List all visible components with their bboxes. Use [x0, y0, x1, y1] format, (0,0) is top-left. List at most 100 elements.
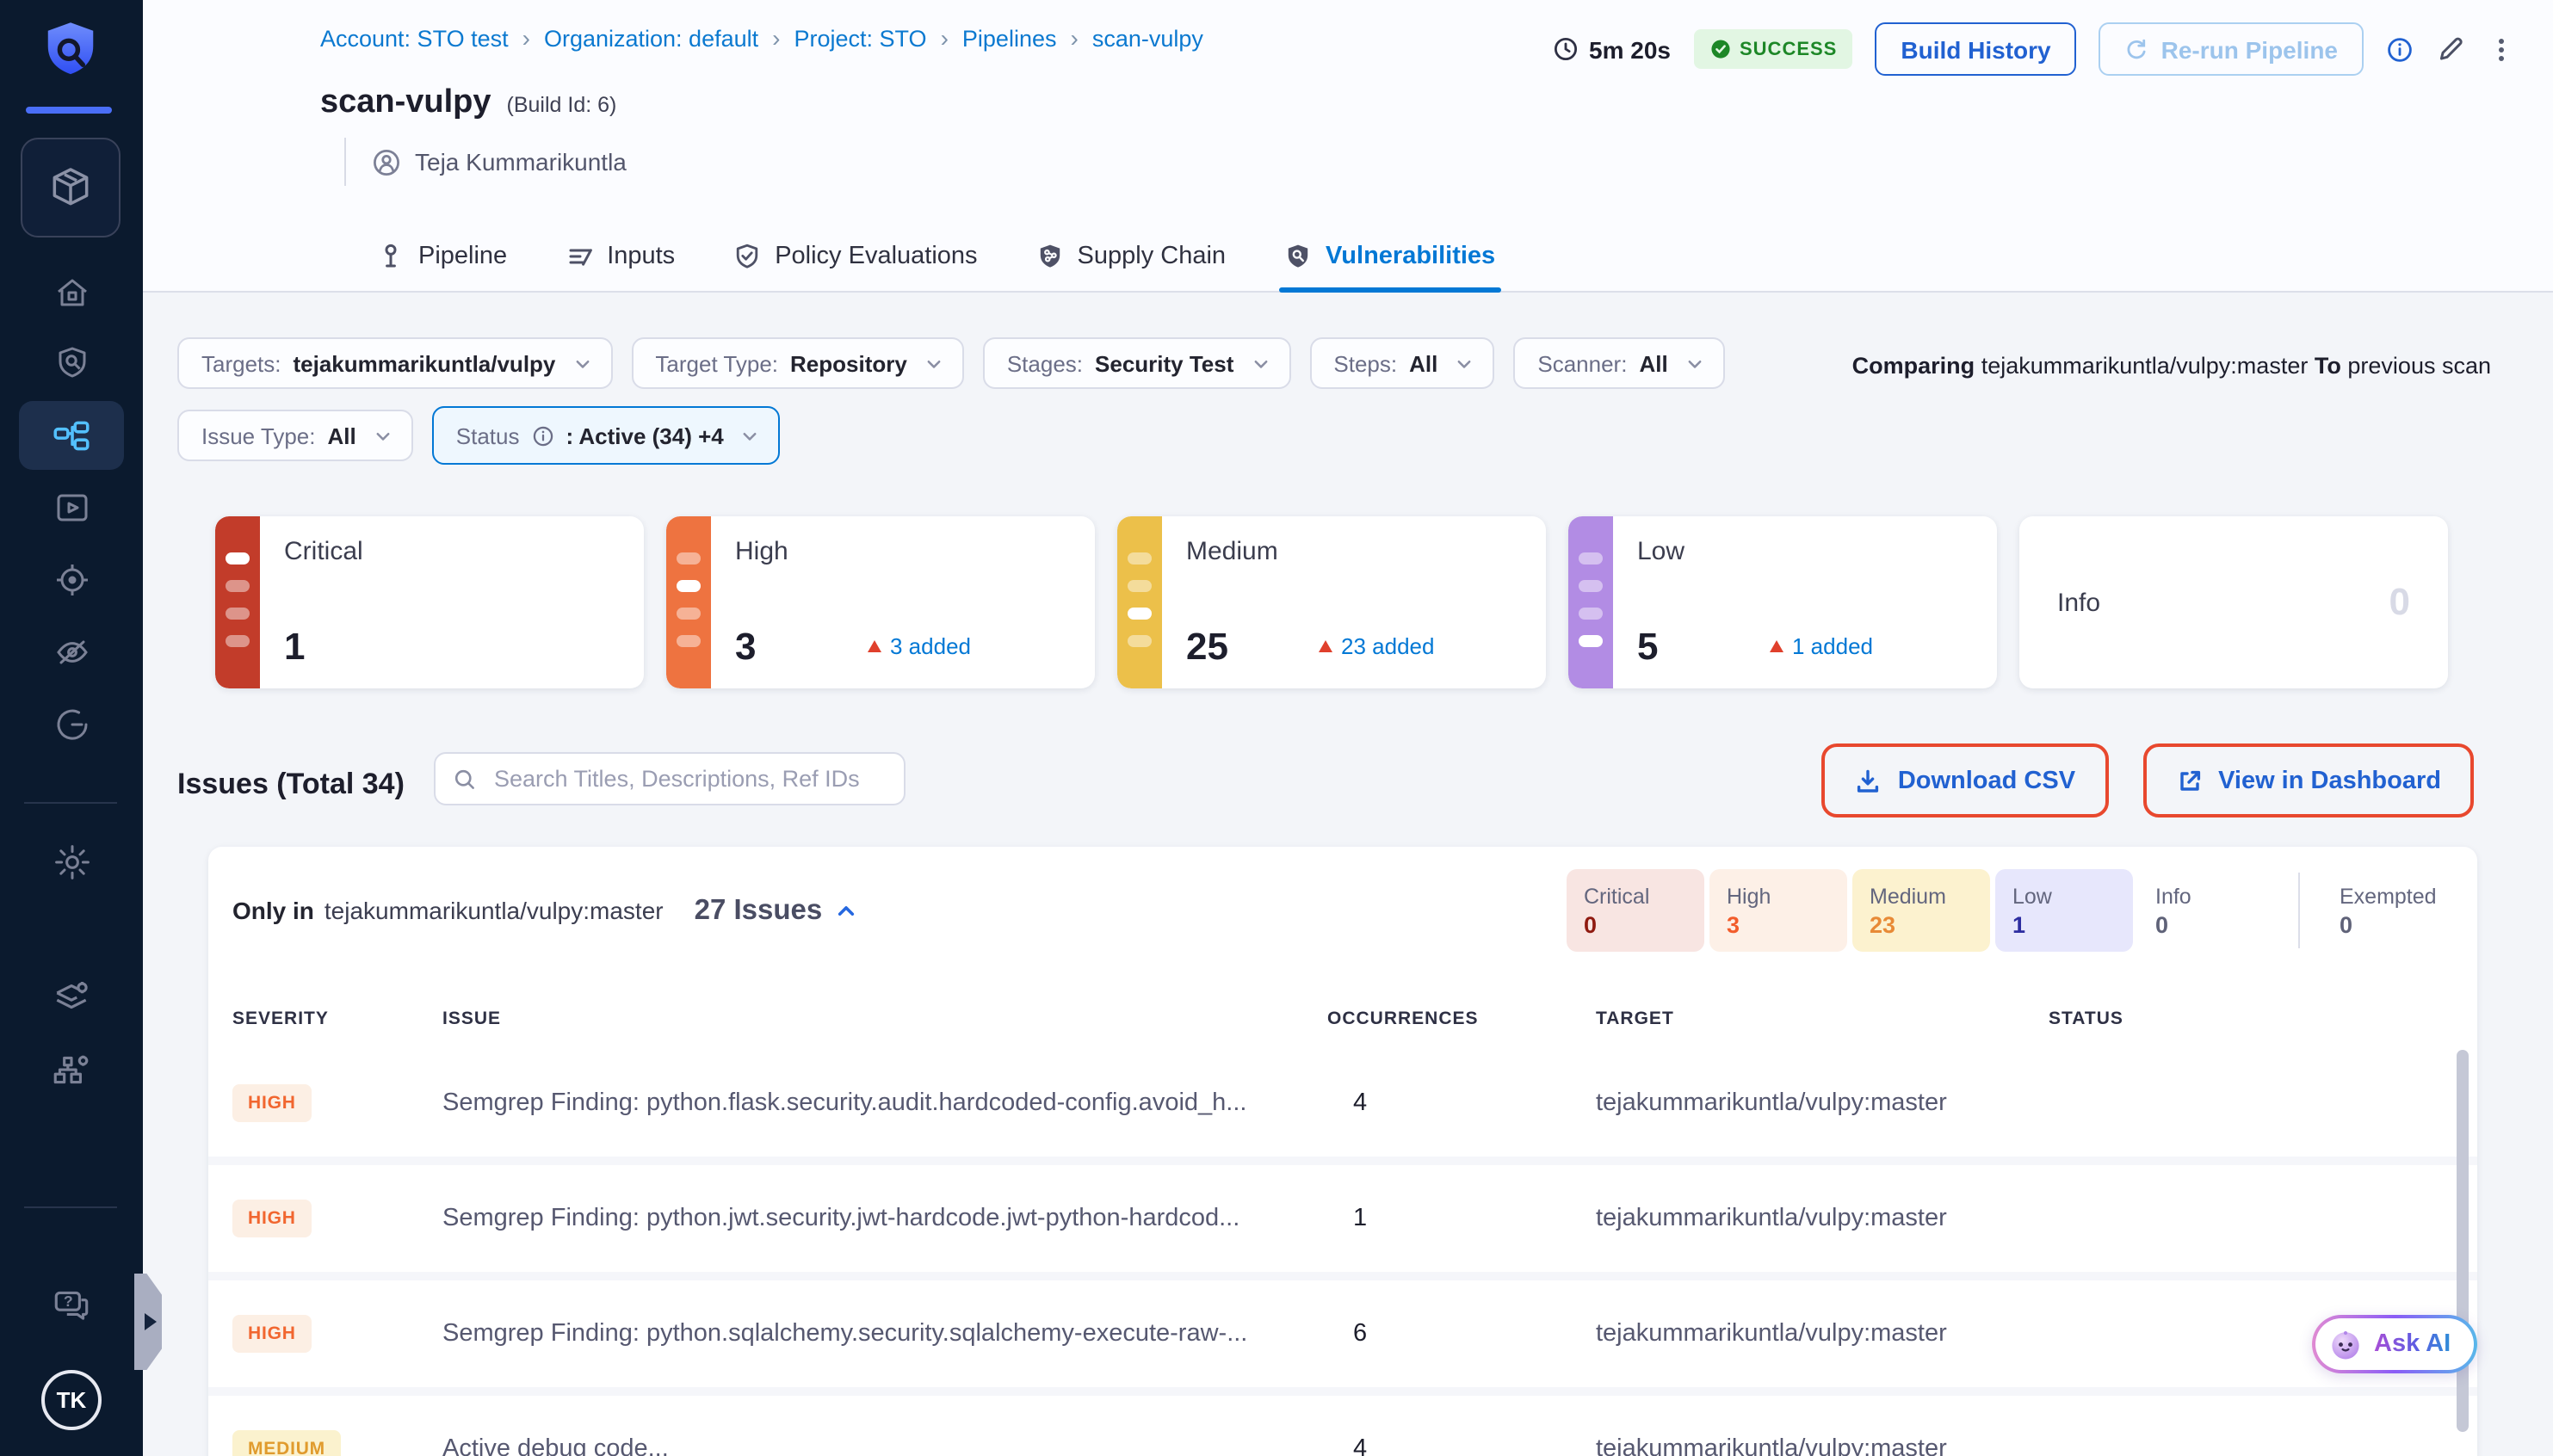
filters-row-2: Issue Type:All Status: Active (34) +4	[177, 406, 781, 465]
severity-card-info[interactable]: Info0	[2019, 516, 2448, 688]
filter-stages[interactable]: Stages:Security Test	[983, 337, 1291, 389]
breadcrumb-link[interactable]: Account: STO test	[320, 25, 509, 51]
sidebar-item-executions[interactable]	[50, 485, 93, 528]
chip-medium[interactable]: Medium23	[1852, 869, 1990, 952]
severity-cards: Critical1High33 addedMedium2523 addedLow…	[215, 516, 2448, 688]
filters-row-1: Targets:tejakummarikuntla/vulpy Target Ty…	[177, 337, 1725, 389]
column-header: ISSUE	[442, 1009, 1327, 1029]
sidebar-divider	[24, 802, 117, 804]
chip-high[interactable]: High3	[1709, 869, 1847, 952]
breadcrumb: Account: STO test›Organization: default›…	[320, 24, 1203, 52]
ask-ai-label: Ask AI	[2374, 1330, 2451, 1358]
breadcrumb-link[interactable]: Project: STO	[794, 25, 927, 51]
author-row: Teja Kummarikuntla	[344, 138, 627, 186]
sidebar-item-org-settings[interactable]	[50, 1048, 93, 1091]
filter-steps[interactable]: Steps:All	[1309, 337, 1494, 389]
breadcrumb-link[interactable]: Pipelines	[962, 25, 1057, 51]
sidebar-divider	[24, 1206, 117, 1208]
build-history-button[interactable]: Build History	[1875, 22, 2076, 76]
severity-card-critical[interactable]: Critical1	[215, 516, 644, 688]
topbar-actions: 5m 20s SUCCESS Build History Re-run Pipe…	[1553, 22, 2515, 76]
severity-card-low[interactable]: Low51 added	[1568, 516, 1997, 688]
topbar: Account: STO test›Organization: default›…	[143, 0, 2553, 293]
table-row[interactable]: HIGHSemgrep Finding: python.flask.securi…	[208, 1050, 2477, 1157]
sidebar-item-default-settings[interactable]	[50, 974, 93, 1017]
info-icon[interactable]	[2386, 35, 2414, 63]
issues-panel: Only in tejakummarikuntla/vulpy:master 2…	[208, 847, 2477, 1456]
table-row[interactable]: HIGHSemgrep Finding: python.jwt.security…	[208, 1165, 2477, 1272]
chevron-down-icon	[1685, 354, 1704, 373]
user-avatar[interactable]: TK	[41, 1370, 102, 1430]
help-chat-icon: ?	[50, 1283, 93, 1328]
filter-status[interactable]: Status: Active (34) +4	[432, 406, 781, 465]
chevron-right-separator: ›	[941, 24, 949, 52]
module-selector[interactable]	[21, 138, 121, 238]
filter-target-type[interactable]: Target Type:Repository	[631, 337, 963, 389]
table-rows: HIGHSemgrep Finding: python.flask.securi…	[208, 1050, 2477, 1456]
sidebar-item-baselines[interactable]	[50, 630, 93, 673]
pipelines-icon	[50, 415, 93, 458]
org-gear-icon	[50, 1048, 93, 1091]
tab-policy-evaluations[interactable]: Policy Evaluations	[728, 225, 982, 293]
ai-bot-icon	[2329, 1328, 2362, 1360]
vulnerabilities-icon	[1284, 243, 1312, 270]
sidebar-item-home[interactable]	[50, 270, 93, 313]
sidebar-item-exemptions[interactable]	[50, 702, 93, 745]
sidebar-item-help[interactable]: ?	[50, 1284, 93, 1327]
chip-low[interactable]: Low1	[1995, 869, 2133, 952]
filter-targets[interactable]: Targets:tejakummarikuntla/vulpy	[177, 337, 612, 389]
sidebar-item-pipelines[interactable]	[50, 415, 93, 458]
severity-card-high[interactable]: High33 added	[666, 516, 1095, 688]
chip-info[interactable]: Info0	[2138, 869, 2276, 952]
inputs-icon	[566, 243, 593, 270]
severity-card-medium[interactable]: Medium2523 added	[1117, 516, 1546, 688]
shield-search-icon	[51, 342, 92, 383]
breadcrumb-link[interactable]: scan-vulpy	[1092, 25, 1203, 51]
search-input[interactable]	[491, 764, 887, 793]
table-row[interactable]: HIGHSemgrep Finding: python.sqlalchemy.s…	[208, 1280, 2477, 1387]
more-options-icon[interactable]	[2488, 35, 2515, 63]
sidebar-item-settings[interactable]	[50, 840, 93, 883]
sto-logo-icon[interactable]	[34, 17, 107, 98]
column-header: STATUS	[2049, 1009, 2477, 1029]
sidebar-item-overview[interactable]	[50, 341, 93, 384]
table-row[interactable]: MEDIUMActive debug code...4tejakummariku…	[208, 1396, 2477, 1456]
module-active-indicator	[26, 107, 112, 114]
tab-inputs[interactable]: Inputs	[560, 225, 680, 293]
rerun-pipeline-button[interactable]: Re-run Pipeline	[2099, 22, 2364, 76]
target-icon	[51, 558, 92, 600]
sidebar-item-targets[interactable]	[50, 558, 93, 601]
expand-panel-arrow[interactable]	[134, 1274, 162, 1370]
chip-critical[interactable]: Critical0	[1567, 869, 1704, 952]
author-name: Teja Kummarikuntla	[415, 148, 627, 176]
severity-gauge-icon	[215, 516, 260, 688]
column-header: TARGET	[1596, 1009, 2049, 1029]
triangle-up-icon	[1770, 640, 1783, 652]
person-icon	[372, 147, 401, 176]
group-issues-count[interactable]: 27 Issues	[695, 894, 857, 927]
download-csv-button[interactable]: Download CSV	[1822, 743, 2108, 817]
tab-vulnerabilities[interactable]: Vulnerabilities	[1279, 225, 1500, 293]
edit-pipeline-icon[interactable]	[2436, 34, 2465, 64]
severity-badge: MEDIUM	[232, 1430, 341, 1456]
added-count: 3 added	[868, 633, 971, 659]
vertical-scrollbar[interactable]	[2457, 1050, 2469, 1432]
added-count: 23 added	[1319, 633, 1434, 659]
supply-chain-icon	[1036, 243, 1064, 270]
breadcrumb-link[interactable]: Organization: default	[544, 25, 758, 51]
pipeline-icon	[377, 243, 405, 270]
filter-scanner[interactable]: Scanner:All	[1513, 337, 1724, 389]
ask-ai-button[interactable]: Ask AI	[2312, 1315, 2476, 1373]
chevron-down-icon	[374, 426, 393, 445]
chip-exempted[interactable]: Exempted0	[2322, 869, 2460, 952]
tab-pipeline[interactable]: Pipeline	[372, 225, 512, 293]
chevron-down-icon	[1455, 354, 1474, 373]
view-in-dashboard-button[interactable]: View in Dashboard	[2142, 743, 2474, 817]
issues-search	[434, 752, 906, 805]
app-root: ? TK Account: STO test › Organization: def…	[0, 0, 2553, 1456]
eye-off-icon	[51, 631, 92, 672]
filter-issue-type[interactable]: Issue Type:All	[177, 410, 413, 461]
added-count: 1 added	[1770, 633, 1873, 659]
tab-supply-chain[interactable]: Supply Chain	[1031, 225, 1232, 293]
build-id-label: (Build Id: 6)	[507, 93, 617, 117]
